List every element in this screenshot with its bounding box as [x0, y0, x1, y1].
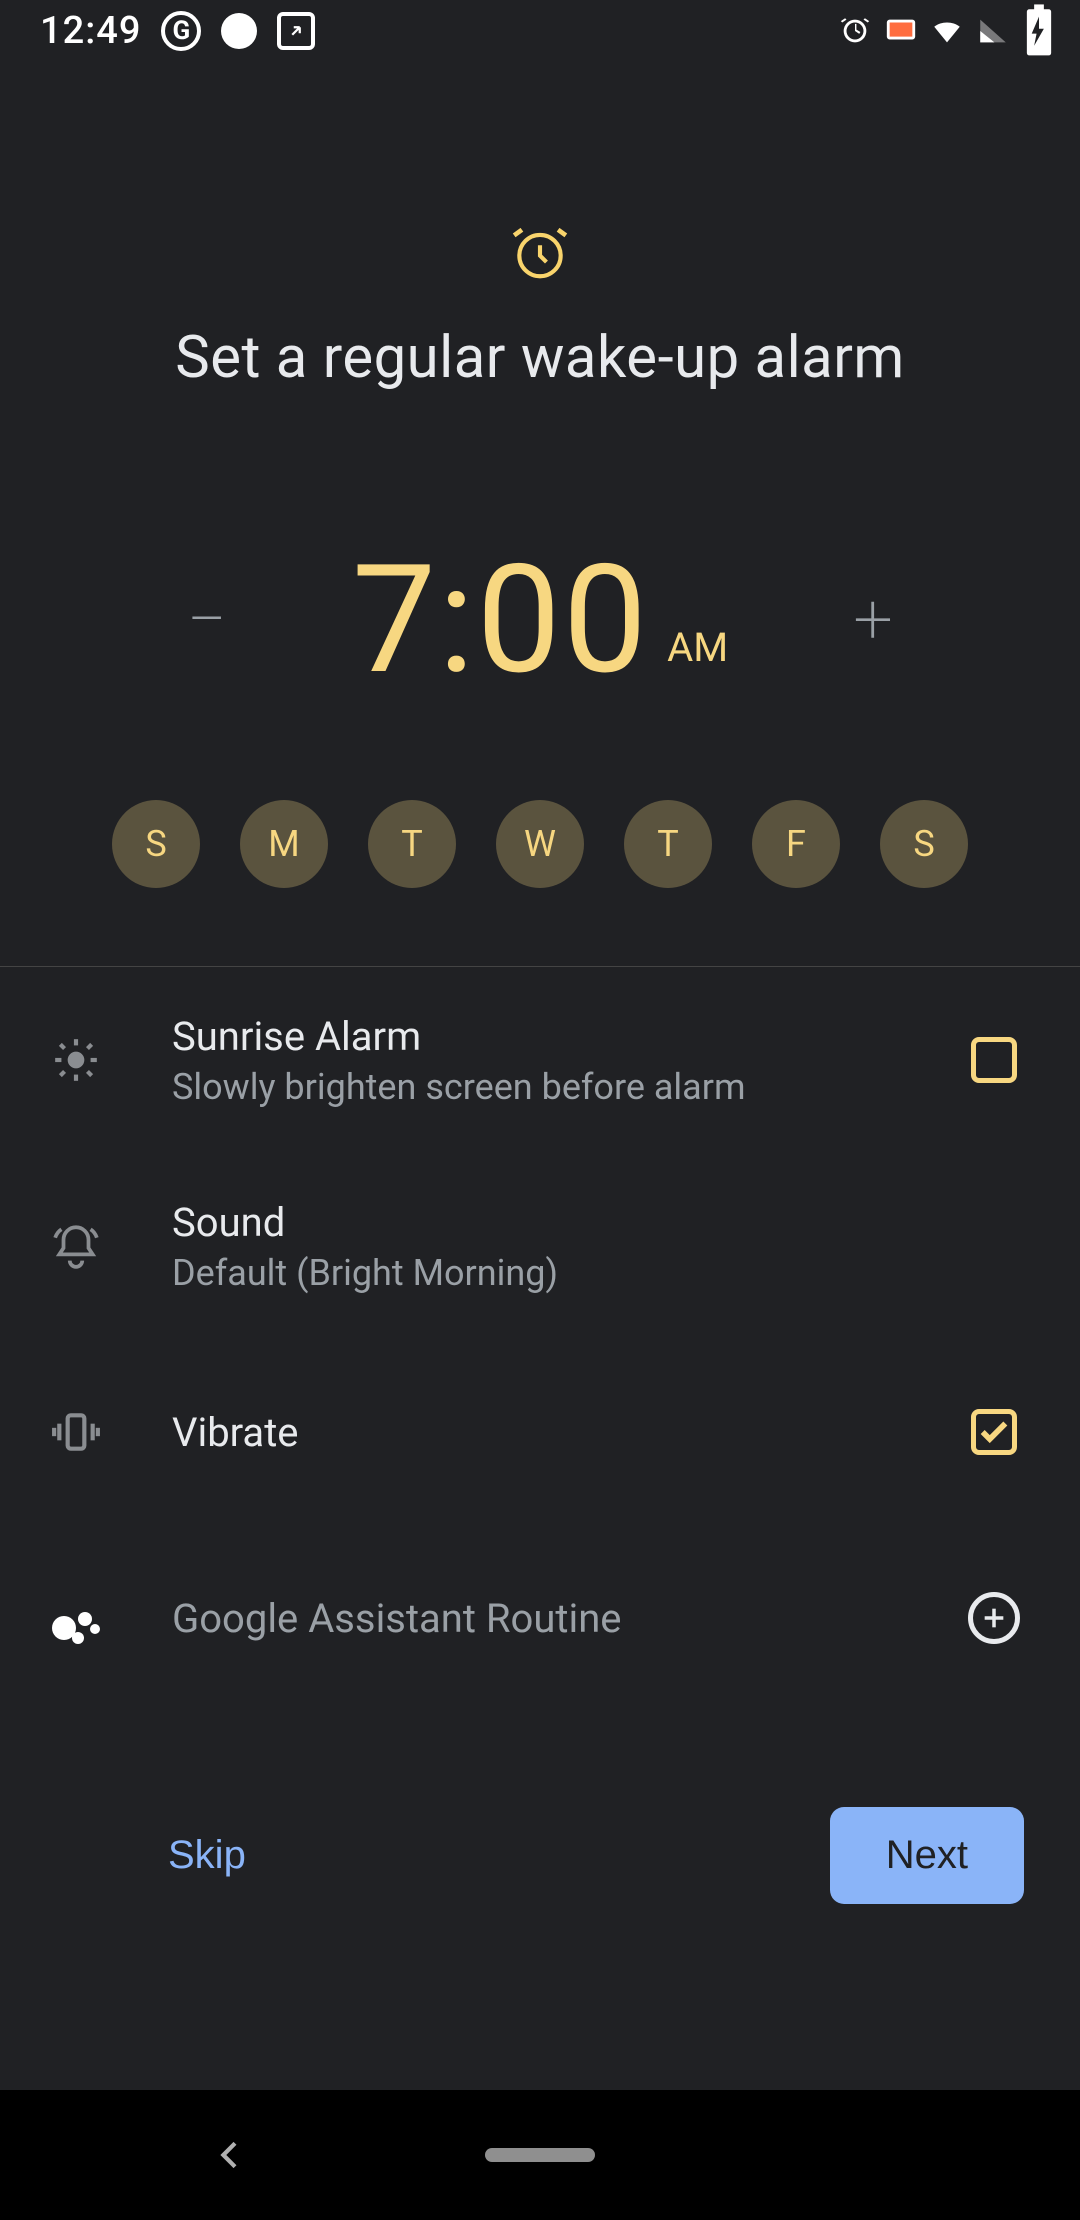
- day-chip-mon[interactable]: M: [240, 800, 328, 888]
- time-decrement-button[interactable]: −: [172, 585, 242, 655]
- battery-status-icon: [1022, 14, 1056, 48]
- next-button[interactable]: Next: [830, 1807, 1024, 1904]
- day-chip-fri[interactable]: F: [752, 800, 840, 888]
- vibrate-title: Vibrate: [172, 1409, 964, 1456]
- day-chip-thu[interactable]: T: [624, 800, 712, 888]
- status-dot-icon: [221, 13, 257, 49]
- wake-time-value: 7:00: [352, 532, 649, 708]
- day-chip-wed[interactable]: W: [496, 800, 584, 888]
- alarm-hero-icon: [509, 222, 571, 284]
- sound-icon: [34, 1221, 118, 1271]
- page-title: Set a regular wake-up alarm: [175, 324, 905, 392]
- status-bar: 12:49 G: [0, 0, 1080, 62]
- cell-status-icon: [976, 14, 1010, 48]
- vibrate-checkbox[interactable]: [971, 1409, 1017, 1455]
- day-chip-tue[interactable]: T: [368, 800, 456, 888]
- vibrate-row[interactable]: Vibrate: [0, 1339, 1080, 1525]
- system-nav-bar: [0, 2090, 1080, 2220]
- wifi-status-icon: [930, 14, 964, 48]
- status-clock: 12:49: [40, 9, 141, 53]
- sound-subtitle: Default (Bright Morning): [172, 1252, 964, 1294]
- time-picker: − 7:00 AM +: [0, 532, 1080, 708]
- footer: Skip Next: [0, 1807, 1080, 1904]
- days-row: S M T W T F S: [0, 800, 1080, 888]
- alarm-status-icon: [838, 14, 872, 48]
- cast-status-icon: [884, 14, 918, 48]
- google-app-icon: G: [161, 11, 201, 51]
- back-icon[interactable]: [210, 2135, 250, 2175]
- day-chip-sat[interactable]: S: [880, 800, 968, 888]
- sound-title: Sound: [172, 1199, 964, 1246]
- assistant-title: Google Assistant Routine: [172, 1595, 964, 1642]
- sound-row[interactable]: Sound Default (Bright Morning): [0, 1153, 1080, 1339]
- sunrise-checkbox[interactable]: [971, 1037, 1017, 1083]
- sunrise-alarm-row[interactable]: Sunrise Alarm Slowly brighten screen bef…: [0, 967, 1080, 1153]
- assistant-icon: [34, 1588, 118, 1648]
- vibrate-icon: [34, 1407, 118, 1457]
- sunrise-title: Sunrise Alarm: [172, 1013, 964, 1060]
- settings-list: Sunrise Alarm Slowly brighten screen bef…: [0, 967, 1080, 1711]
- time-increment-button[interactable]: +: [838, 585, 908, 655]
- assistant-routine-row[interactable]: Google Assistant Routine: [0, 1525, 1080, 1711]
- brightness-icon: [34, 1035, 118, 1085]
- home-pill[interactable]: [485, 2148, 595, 2162]
- wake-time-display[interactable]: 7:00 AM: [352, 532, 728, 708]
- skip-button[interactable]: Skip: [144, 1817, 270, 1894]
- status-screenshot-icon: [277, 12, 315, 50]
- assistant-add-button[interactable]: [968, 1592, 1020, 1644]
- hero: Set a regular wake-up alarm: [0, 62, 1080, 392]
- wake-time-ampm: AM: [667, 624, 728, 671]
- day-chip-sun[interactable]: S: [112, 800, 200, 888]
- sunrise-subtitle: Slowly brighten screen before alarm: [172, 1066, 964, 1108]
